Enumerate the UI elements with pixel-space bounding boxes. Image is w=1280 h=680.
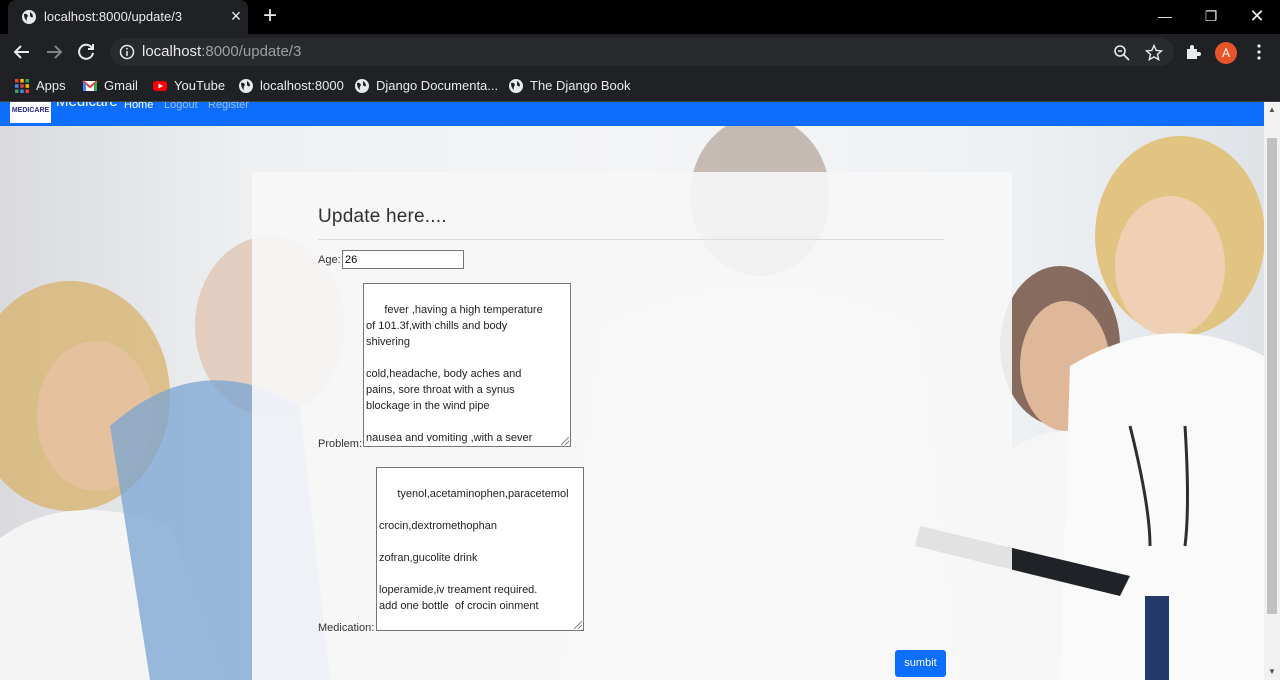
scroll-down-arrow-icon[interactable]: ▼ xyxy=(1264,664,1280,680)
tab-title: localhost:8000/update/3 xyxy=(44,9,183,24)
page-viewport: MEDICARE Medicare Home Logout Register U… xyxy=(0,102,1264,680)
window-close-button[interactable]: ✕ xyxy=(1234,0,1280,32)
restore-button[interactable]: ❐ xyxy=(1188,0,1234,32)
nav-register-link[interactable]: Register xyxy=(208,102,249,111)
bookmark-label: localhost:8000 xyxy=(260,78,344,93)
bookmark-label: The Django Book xyxy=(530,78,631,93)
site-navbar: MEDICARE Medicare Home Logout Register xyxy=(0,102,1264,126)
extensions-puzzle-icon[interactable] xyxy=(1184,43,1202,61)
bookmark-label: Gmail xyxy=(104,78,138,93)
site-brand[interactable]: Medicare xyxy=(56,102,118,110)
gmail-icon xyxy=(82,79,98,91)
problem-label: Problem: xyxy=(318,438,363,450)
age-input[interactable] xyxy=(342,250,464,269)
profile-avatar[interactable]: A xyxy=(1215,42,1237,64)
minimize-button[interactable]: — xyxy=(1142,0,1188,32)
medication-label: Medication: xyxy=(318,622,375,634)
bookmark-label: Django Documenta... xyxy=(376,78,499,93)
new-tab-button[interactable]: + xyxy=(259,3,281,29)
scroll-up-arrow-icon[interactable]: ▲ xyxy=(1264,102,1280,118)
nav-home-link[interactable]: Home xyxy=(124,102,153,111)
globe-icon xyxy=(22,10,36,24)
url-host: localhost xyxy=(142,43,202,60)
youtube-icon xyxy=(153,80,167,91)
site-logo[interactable]: MEDICARE xyxy=(10,102,51,123)
site-info-icon[interactable] xyxy=(119,44,135,60)
bookmark-star-icon[interactable] xyxy=(1145,44,1163,62)
globe-icon xyxy=(355,78,369,93)
zoom-icon[interactable] xyxy=(1113,44,1131,62)
form-heading: Update here.... xyxy=(318,206,447,227)
browser-toolbar: localhost:8000/update/3 A xyxy=(0,34,1280,70)
back-arrow-icon[interactable] xyxy=(10,40,34,64)
bookmark-youtube[interactable]: YouTube xyxy=(152,76,225,96)
medication-textarea[interactable]: tyenol,acetaminophen,paracetemol crocin,… xyxy=(376,467,584,631)
apps-grid-icon xyxy=(15,78,29,93)
address-bar[interactable]: localhost:8000/update/3 xyxy=(110,38,1174,66)
reload-icon[interactable] xyxy=(74,40,98,64)
nav-logout-link[interactable]: Logout xyxy=(164,102,198,111)
url-path: :8000/update/3 xyxy=(201,43,302,60)
browser-tab-strip: localhost:8000/update/3 × + — ❐ ✕ xyxy=(0,0,1280,34)
bookmark-label: YouTube xyxy=(174,78,226,93)
problem-textarea[interactable]: fever ,having a high temperature of 101.… xyxy=(363,283,571,447)
problem-text: fever ,having a high temperature of 101.… xyxy=(366,304,543,444)
heading-divider xyxy=(318,239,944,240)
resize-grip-icon[interactable] xyxy=(561,437,569,445)
bookmark-django-book[interactable]: The Django Book xyxy=(508,76,630,96)
menu-kebab-icon[interactable] xyxy=(1250,43,1268,61)
bookmarks-bar: Apps Gmail YouTube localhost:8000 Django… xyxy=(0,70,1280,102)
submit-button[interactable]: sumbit xyxy=(895,650,946,677)
age-label: Age: xyxy=(318,254,341,266)
url-text[interactable]: localhost:8000/update/3 xyxy=(142,43,301,60)
page-scroll-thumb[interactable] xyxy=(1267,138,1277,614)
update-form-card: Update here.... Age: Problem: fever ,hav… xyxy=(252,172,1012,680)
browser-tab[interactable]: localhost:8000/update/3 × xyxy=(8,0,248,34)
resize-grip-icon[interactable] xyxy=(574,621,582,629)
bookmark-localhost[interactable]: localhost:8000 xyxy=(238,76,344,96)
bookmark-gmail[interactable]: Gmail xyxy=(82,76,138,96)
bookmark-label: Apps xyxy=(36,78,66,93)
page-scrollbar[interactable]: ▲ ▼ xyxy=(1264,102,1280,680)
bookmark-django-docs[interactable]: Django Documenta... xyxy=(354,76,498,96)
globe-icon xyxy=(239,78,253,93)
globe-icon xyxy=(509,78,523,93)
bookmark-apps[interactable]: Apps xyxy=(14,76,66,96)
forward-arrow-icon[interactable] xyxy=(42,40,66,64)
medication-text: tyenol,acetaminophen,paracetemol crocin,… xyxy=(379,488,569,612)
tab-close-icon[interactable]: × xyxy=(227,5,245,27)
